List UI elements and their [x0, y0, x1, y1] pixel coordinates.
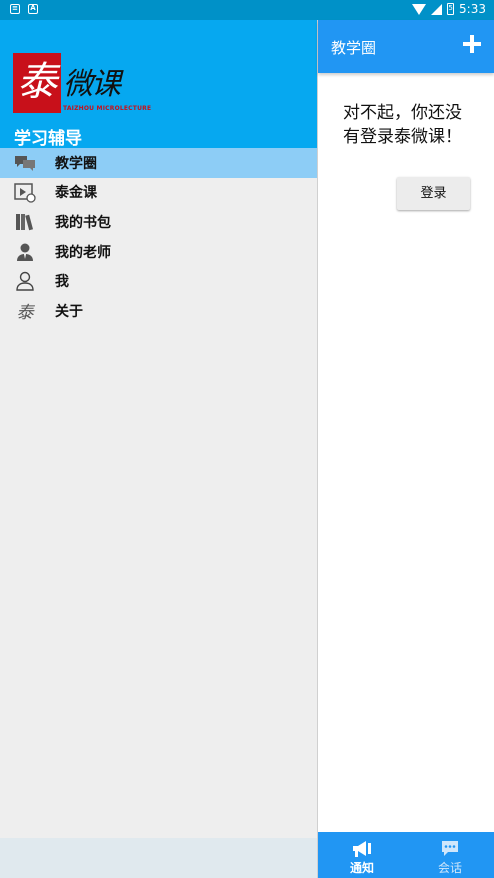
menu-item-my-bookbag[interactable]: 我的书包: [0, 207, 317, 237]
tai-logo-icon: 泰: [16, 303, 34, 324]
battery-icon: 5: [447, 3, 455, 15]
chat-bubbles-icon: [14, 153, 36, 173]
login-button[interactable]: 登录: [397, 177, 470, 210]
drawer-header: 泰 微课 TAIZHOU MICROLECTURE 学习辅导: [0, 20, 317, 149]
menu-item-label: 泰金课: [55, 185, 97, 202]
logo-subtitle: TAIZHOU MICROLECTURE: [63, 105, 152, 112]
page-title: 教学圈: [331, 39, 377, 57]
navigation-drawer: 泰 微课 TAIZHOU MICROLECTURE 学习辅导 教学圈 泰金课 我…: [0, 20, 317, 878]
drawer-menu: 教学圈 泰金课 我的书包 我的老师 我 泰 关于: [0, 148, 317, 326]
person-icon: [14, 271, 36, 292]
app-bar: 教学圈: [318, 20, 494, 73]
menu-item-about[interactable]: 泰 关于: [0, 296, 317, 326]
status-bar: ≡ A 5 5:33: [0, 0, 494, 20]
tab-label: 会话: [437, 861, 462, 875]
menu-item-teaching-circle[interactable]: 教学圈: [0, 148, 317, 178]
app-logo: 泰 微课 TAIZHOU MICROLECTURE: [13, 53, 153, 115]
menu-item-label: 教学圈: [55, 155, 97, 172]
menu-item-label: 我: [55, 274, 69, 291]
menu-item-my-teacher[interactable]: 我的老师: [0, 237, 317, 267]
video-play-icon: [14, 182, 36, 203]
bottom-navigation: 通知 会话: [318, 832, 494, 878]
menu-item-me[interactable]: 我: [0, 266, 317, 296]
tab-notifications[interactable]: 通知: [318, 832, 406, 878]
status-time: 5:33: [459, 2, 486, 16]
menu-item-label: 我的书包: [55, 214, 111, 231]
tab-label: 通知: [349, 861, 374, 875]
tab-conversations[interactable]: 会话: [406, 832, 494, 878]
logo-mark: 泰: [13, 53, 61, 113]
teacher-icon: [14, 242, 36, 262]
menu-item-label: 我的老师: [55, 244, 111, 261]
drawer-title: 学习辅导: [14, 129, 82, 149]
wifi-icon: [412, 3, 427, 15]
notification-icon: ≡: [10, 4, 20, 14]
menu-item-label: 关于: [55, 303, 83, 320]
books-icon: [14, 212, 36, 232]
menu-item-tai-gold-course[interactable]: 泰金课: [0, 178, 317, 208]
drawer-footer: [0, 838, 317, 878]
add-icon[interactable]: [462, 34, 482, 54]
not-logged-in-message: 对不起，你还没有登录泰微课！: [343, 103, 462, 147]
signal-icon: [431, 3, 443, 15]
logo-text: 微课: [63, 67, 121, 102]
drawer-divider: [317, 20, 318, 878]
app-notification-icon: A: [28, 4, 38, 14]
